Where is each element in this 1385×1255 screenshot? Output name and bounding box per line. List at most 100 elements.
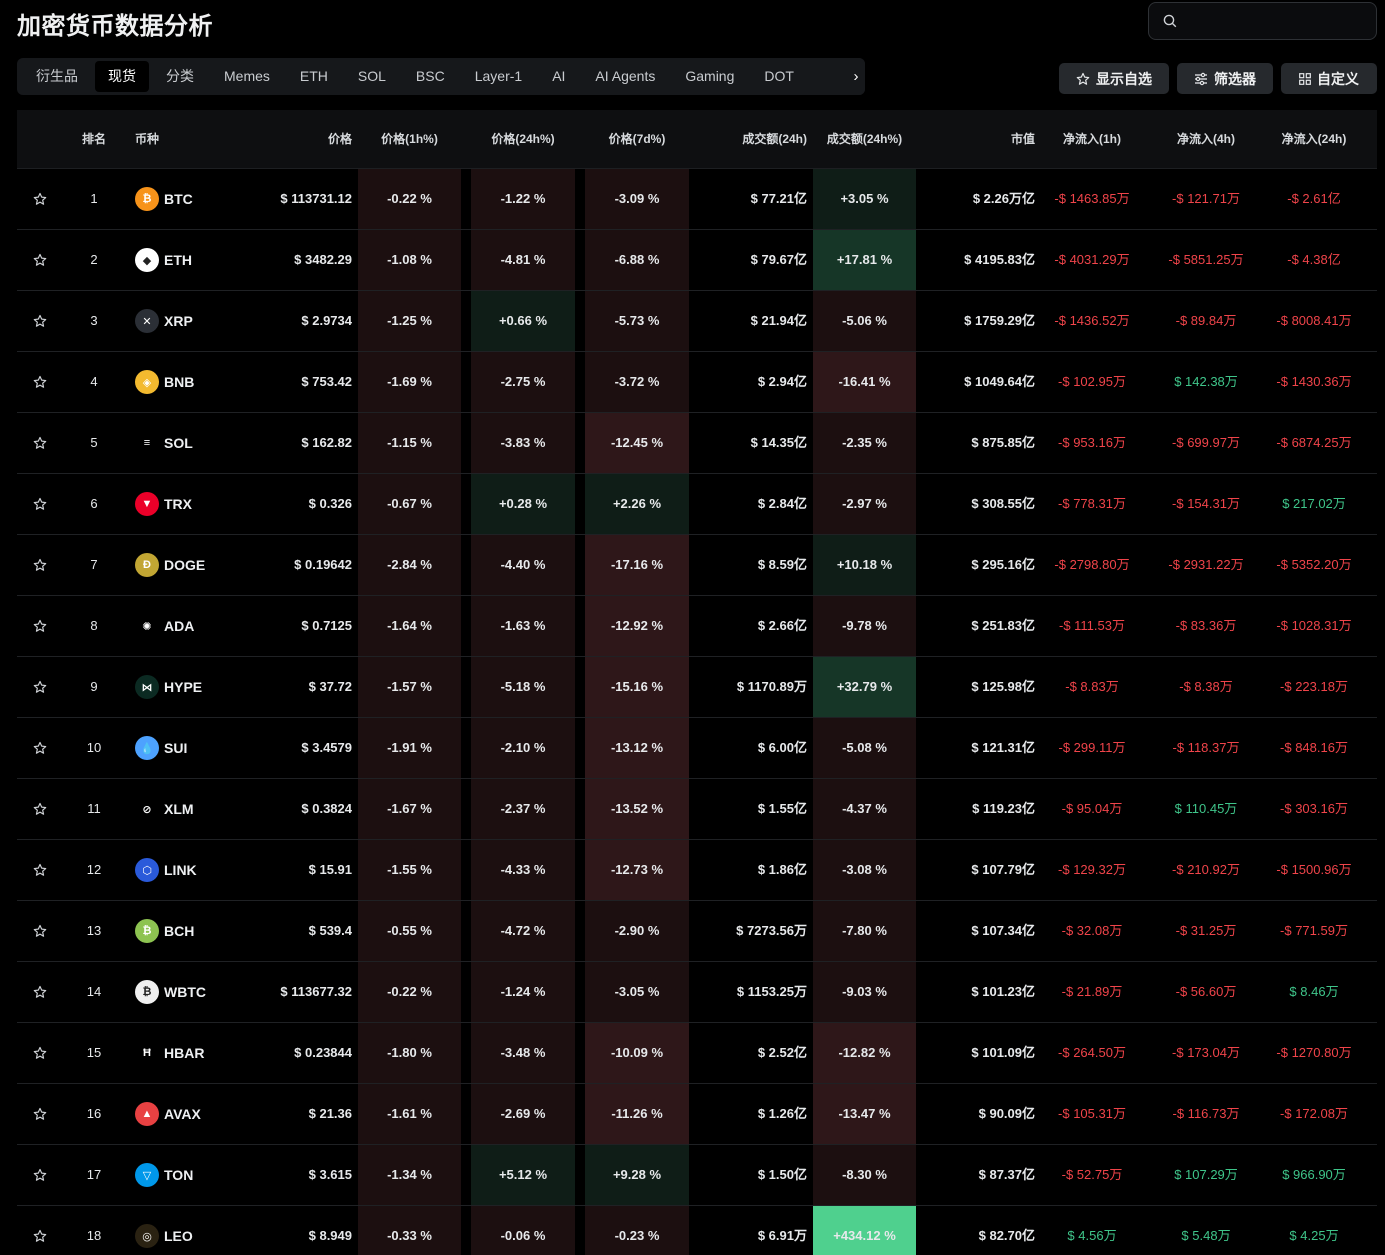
table-row[interactable]: 13 ₿ BCH $ 539.4 -0.55 % -4.72 % -2.90 % $ 7273… <box>17 901 1377 962</box>
table-row[interactable]: 14 ₿ WBTC $ 113677.32 -0.22 % -1.24 % -3.05 % $… <box>17 962 1377 1023</box>
table-row[interactable]: 10 💧 SUI $ 3.4579 -1.91 % -2.10 % -13.12 % $ 6.… <box>17 718 1377 779</box>
watchlist-star-icon[interactable] <box>33 863 47 877</box>
coin-symbol[interactable]: BCH <box>164 901 194 961</box>
header-netflow-24h[interactable]: 净流入(24h) <box>1259 110 1369 169</box>
watchlist-star-icon[interactable] <box>33 436 47 450</box>
header-rank[interactable]: 排名 <box>72 110 116 169</box>
table-row[interactable]: 8 ✺ ADA $ 0.7125 -1.64 % -1.63 % -12.92 % $ 2.6… <box>17 596 1377 657</box>
volume-change-cell: +10.18 % <box>813 535 916 595</box>
coin-symbol[interactable]: SOL <box>164 413 193 473</box>
table-row[interactable]: 9 ⋈ HYPE $ 37.72 -1.57 % -5.18 % -15.16 % $ 117… <box>17 657 1377 718</box>
watchlist-star-icon[interactable] <box>33 1229 47 1243</box>
show-watchlist-button[interactable]: 显示自选 <box>1059 63 1169 94</box>
coin-symbol[interactable]: AVAX <box>164 1084 201 1144</box>
tab-6[interactable]: BSC <box>403 61 458 92</box>
toncoin-icon: ▽ <box>135 1163 159 1187</box>
coin-symbol[interactable]: XLM <box>164 779 194 839</box>
watchlist-star-icon[interactable] <box>33 1046 47 1060</box>
customize-button[interactable]: 自定义 <box>1281 63 1377 94</box>
watchlist-star-icon[interactable] <box>33 619 47 633</box>
coin-symbol[interactable]: WBTC <box>164 962 206 1022</box>
header-change-24h[interactable]: 价格(24h%) <box>471 110 575 169</box>
header-market-cap[interactable]: 市值 <box>935 110 1035 169</box>
coin-symbol[interactable]: TON <box>164 1145 193 1205</box>
header-coin[interactable]: 币种 <box>135 110 159 169</box>
header-volume-change-24h[interactable]: 成交额(24h%) <box>813 110 916 169</box>
coin-symbol[interactable]: ADA <box>164 596 194 656</box>
coin-symbol[interactable]: HBAR <box>164 1023 204 1083</box>
tab-7[interactable]: Layer-1 <box>462 61 535 92</box>
table-row[interactable]: 16 ▲ AVAX $ 21.36 -1.61 % -2.69 % -11.26 % $ 1.… <box>17 1084 1377 1145</box>
table-row[interactable]: 4 ◈ BNB $ 753.42 -1.69 % -2.75 % -3.72 % $ 2.94… <box>17 352 1377 413</box>
watchlist-star-icon[interactable] <box>33 680 47 694</box>
header-price[interactable]: 价格 <box>252 110 352 169</box>
tab-8[interactable]: AI <box>539 61 578 92</box>
tab-11[interactable]: DOT <box>751 61 807 92</box>
tab-10[interactable]: Gaming <box>672 61 747 92</box>
table-row[interactable]: 6 ▼ TRX $ 0.326 -0.67 % +0.28 % +2.26 % $ 2.84亿… <box>17 474 1377 535</box>
table-row[interactable]: 17 ▽ TON $ 3.615 -1.34 % +5.12 % +9.28 % $ 1.50… <box>17 1145 1377 1206</box>
table-row[interactable]: 1 ₿ BTC $ 113731.12 -0.22 % -1.22 % -3.09 % $ 7… <box>17 169 1377 230</box>
filter-button[interactable]: 筛选器 <box>1177 63 1273 94</box>
volume-cell: $ 8.59亿 <box>757 557 807 572</box>
coin-symbol[interactable]: HYPE <box>164 657 202 717</box>
watchlist-star-icon[interactable] <box>33 924 47 938</box>
change-1h-cell: -2.84 % <box>358 535 461 595</box>
header-netflow-4h[interactable]: 净流入(4h) <box>1151 110 1261 169</box>
table-row[interactable]: 15 Ħ HBAR $ 0.23844 -1.80 % -3.48 % -10.09 % $ … <box>17 1023 1377 1084</box>
watchlist-star-icon[interactable] <box>33 985 47 999</box>
tab-3[interactable]: Memes <box>211 61 283 92</box>
table-row[interactable]: 7 Ð DOGE $ 0.19642 -2.84 % -4.40 % -17.16 % $ 8… <box>17 535 1377 596</box>
tab-1[interactable]: 现货 <box>95 61 149 92</box>
watchlist-star-icon[interactable] <box>33 741 47 755</box>
watchlist-star-icon[interactable] <box>33 1168 47 1182</box>
watchlist-star-icon[interactable] <box>33 558 47 572</box>
search-input[interactable] <box>1187 9 1367 33</box>
watchlist-star-icon[interactable] <box>33 497 47 511</box>
table-row[interactable]: 5 ≡ SOL $ 162.82 -1.15 % -3.83 % -12.45 % $ 14.… <box>17 413 1377 474</box>
volume-cell: $ 1170.89万 <box>736 679 807 694</box>
volume-cell: $ 2.66亿 <box>757 618 807 633</box>
watchlist-star-icon[interactable] <box>33 1107 47 1121</box>
header-change-7d[interactable]: 价格(7d%) <box>585 110 689 169</box>
rank-cell: 3 <box>90 313 98 328</box>
netflow-24h-cell: $ 8.46万 <box>1289 984 1339 999</box>
watchlist-star-icon[interactable] <box>33 375 47 389</box>
coin-symbol[interactable]: ETH <box>164 230 192 290</box>
search-box[interactable] <box>1148 2 1377 40</box>
tab-9[interactable]: AI Agents <box>582 61 668 92</box>
tab-0[interactable]: 衍生品 <box>23 61 91 92</box>
netflow-24h-cell: -$ 8008.41万 <box>1276 313 1352 328</box>
table-row[interactable]: 3 ✕ XRP $ 2.9734 -1.25 % +0.66 % -5.73 % $ 21.9… <box>17 291 1377 352</box>
coin-symbol[interactable]: SUI <box>164 718 187 778</box>
volume-cell: $ 1.86亿 <box>757 862 807 877</box>
watchlist-star-icon[interactable] <box>33 253 47 267</box>
coin-symbol[interactable]: DOGE <box>164 535 205 595</box>
tab-4[interactable]: ETH <box>287 61 341 92</box>
coin-symbol[interactable]: BNB <box>164 352 194 412</box>
coin-symbol[interactable]: LEO <box>164 1206 193 1255</box>
change-1h-cell: -1.91 % <box>358 718 461 778</box>
header-change-1h[interactable]: 价格(1h%) <box>358 110 461 169</box>
tab-2[interactable]: 分类 <box>153 61 207 92</box>
table-row[interactable]: 18 ◎ LEO $ 8.949 -0.33 % -0.06 % -0.23 % $ 6.91… <box>17 1206 1377 1255</box>
table-row[interactable]: 12 ⬡ LINK $ 15.91 -1.55 % -4.33 % -12.73 % $ 1.… <box>17 840 1377 901</box>
netflow-1h-cell: -$ 8.83万 <box>1065 679 1119 694</box>
tab-5[interactable]: SOL <box>345 61 399 92</box>
coin-symbol[interactable]: BTC <box>164 169 193 229</box>
table-row[interactable]: 2 ◆ ETH $ 3482.29 -1.08 % -4.81 % -6.88 % $ 79.… <box>17 230 1377 291</box>
ethereum-icon: ◆ <box>135 248 159 272</box>
header-volume-24h[interactable]: 成交额(24h) <box>707 110 807 169</box>
tabs-scroll-right-icon[interactable]: › <box>847 58 865 95</box>
coin-symbol[interactable]: XRP <box>164 291 193 351</box>
watchlist-star-icon[interactable] <box>33 314 47 328</box>
header-netflow-1h[interactable]: 净流入(1h) <box>1037 110 1147 169</box>
change-24h-cell: -2.37 % <box>471 779 575 839</box>
coin-symbol[interactable]: TRX <box>164 474 192 534</box>
volume-change-cell: -2.97 % <box>813 474 916 534</box>
watchlist-star-icon[interactable] <box>33 802 47 816</box>
netflow-24h-cell: -$ 848.16万 <box>1280 740 1348 755</box>
coin-symbol[interactable]: LINK <box>164 840 197 900</box>
table-row[interactable]: 11 ⊘ XLM $ 0.3824 -1.67 % -2.37 % -13.52 % $ 1.… <box>17 779 1377 840</box>
watchlist-star-icon[interactable] <box>33 192 47 206</box>
